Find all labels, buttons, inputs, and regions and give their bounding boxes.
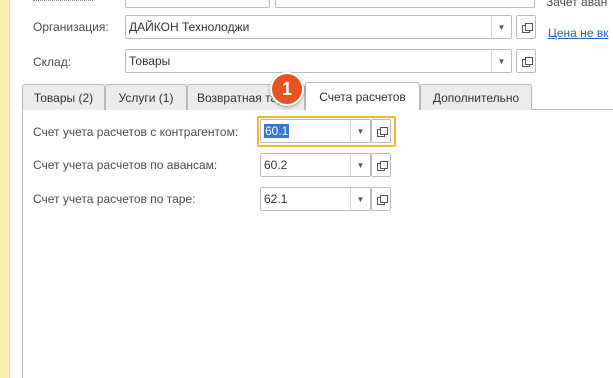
advances-account-open-button[interactable] (371, 153, 391, 177)
chevron-down-icon[interactable]: ▼ (491, 50, 511, 72)
tare-account-field[interactable]: 62.1 ▼ (260, 187, 371, 211)
tab-services[interactable]: Услуги (1) (105, 84, 187, 110)
clipped-label (33, 0, 93, 4)
contractor-account-value: 60.1 (264, 124, 290, 138)
advances-account-value: 60.2 (264, 158, 288, 172)
contractor-account-open-button[interactable] (371, 119, 391, 143)
tare-account-value: 62.1 (264, 192, 288, 206)
contractor-account-field[interactable]: 60.1 ▼ (260, 119, 371, 143)
organization-value: ДАЙКОН Технолоджи (129, 20, 250, 34)
tab-goods[interactable]: Товары (2) (22, 84, 105, 110)
advance-offset-label: Зачет аван (546, 0, 608, 9)
clipped-field-left[interactable] (125, 0, 270, 8)
chevron-down-icon[interactable]: ▼ (491, 16, 511, 38)
advances-account-field[interactable]: 60.2 ▼ (260, 153, 371, 177)
organization-field[interactable]: ДАЙКОН Технолоджи ▼ (125, 15, 512, 39)
tare-account-label: Счет учета расчетов по таре: (33, 192, 196, 206)
open-icon (517, 50, 535, 72)
document-form: Зачет аван Цена не вк Организация: ДАЙКО… (0, 0, 613, 378)
warehouse-field[interactable]: Товары ▼ (125, 49, 512, 73)
organization-label: Организация: (33, 20, 109, 34)
price-link[interactable]: Цена не вк (548, 26, 608, 40)
clipped-field-right[interactable] (275, 0, 535, 8)
chevron-down-icon[interactable]: ▼ (350, 154, 370, 176)
tare-account-open-button[interactable] (371, 187, 391, 211)
advances-account-label: Счет учета расчетов по авансам: (33, 158, 218, 172)
warehouse-value: Товары (129, 54, 171, 68)
step-badge: 1 (270, 72, 304, 106)
chevron-down-icon[interactable]: ▼ (350, 120, 370, 142)
open-icon (372, 188, 390, 210)
tab-settlement-accounts[interactable]: Счета расчетов (305, 82, 420, 110)
left-strip (0, 0, 10, 378)
open-icon (517, 16, 535, 38)
contractor-account-label: Счет учета расчетов с контрагентом: (33, 125, 239, 139)
chevron-down-icon[interactable]: ▼ (350, 188, 370, 210)
tab-panel (22, 110, 613, 378)
warehouse-open-button[interactable] (516, 49, 536, 73)
open-icon (372, 154, 390, 176)
open-icon (372, 120, 390, 142)
warehouse-label: Склад: (33, 55, 72, 69)
organization-open-button[interactable] (516, 15, 536, 39)
tab-additional[interactable]: Дополнительно (420, 84, 532, 110)
